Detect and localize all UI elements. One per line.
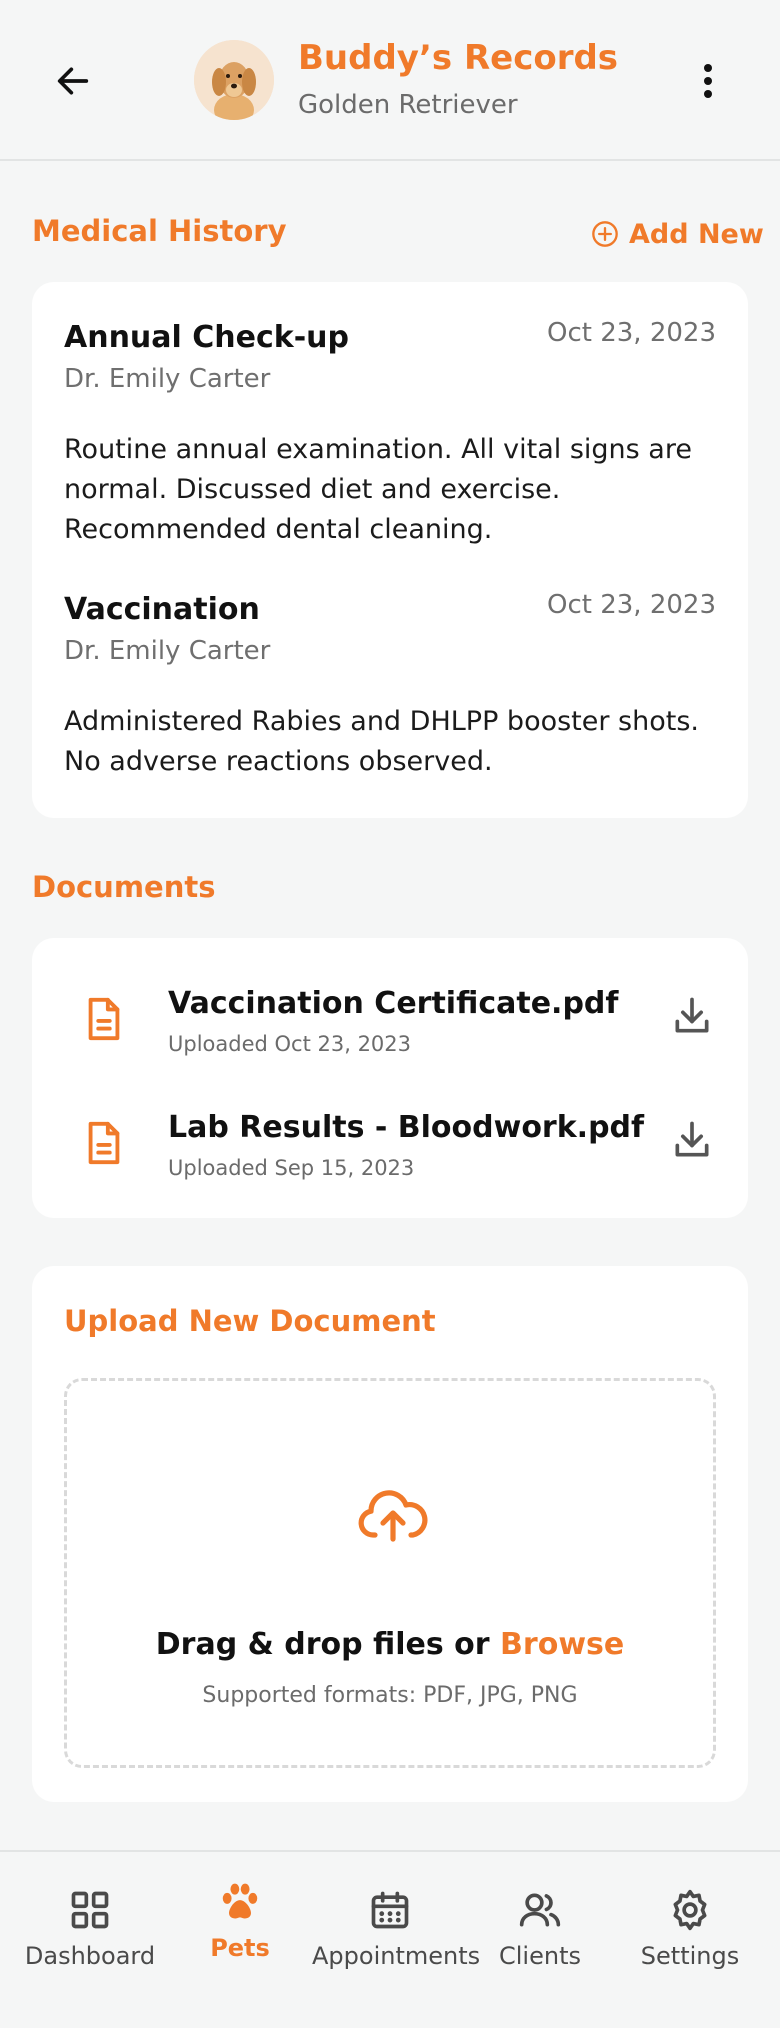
medical-record[interactable]: Annual Check-up Oct 23, 2023 Dr. Emily C…	[64, 318, 716, 550]
bottom-navigation: Dashboard Pets Appointments Clients Sett…	[0, 1850, 780, 2028]
document-upload-date: Uploaded Sep 15, 2023	[168, 1156, 415, 1180]
more-options-button[interactable]	[688, 56, 728, 106]
documents-card: Vaccination Certificate.pdf Uploaded Oct…	[32, 938, 748, 1218]
record-doctor: Dr. Emily Carter	[64, 364, 271, 394]
document-upload-date: Uploaded Oct 23, 2023	[168, 1032, 412, 1056]
nav-item-appointments[interactable]: Appointments	[312, 1852, 481, 2028]
back-button[interactable]	[48, 56, 98, 106]
upload-card: Upload New Document Drag & drop files or…	[32, 1266, 748, 1802]
pet-avatar	[194, 40, 274, 120]
calendar-icon	[371, 1891, 409, 1929]
file-text-icon	[88, 997, 120, 1041]
nav-label: Clients	[499, 1942, 581, 1970]
app-header: Buddy’s Records Golden Retriever	[0, 0, 780, 161]
nav-item-clients[interactable]: Clients	[462, 1852, 618, 2028]
nav-label: Appointments	[312, 1942, 481, 1970]
record-notes: Routine annual examination. All vital si…	[64, 434, 692, 545]
record-title: Annual Check-up	[64, 320, 349, 355]
add-new-button[interactable]: Add New	[591, 216, 764, 252]
record-notes: Administered Rabies and DHLPP booster sh…	[64, 706, 699, 777]
document-name: Lab Results - Bloodwork.pdf	[168, 1110, 645, 1145]
more-vertical-icon	[704, 64, 712, 98]
medical-history-title: Medical History	[32, 214, 287, 248]
medical-record[interactable]: Vaccination Oct 23, 2023 Dr. Emily Carte…	[64, 590, 716, 792]
drag-drop-text: Drag & drop files or	[155, 1627, 501, 1662]
file-text-icon	[88, 1121, 120, 1165]
nav-item-dashboard[interactable]: Dashboard	[12, 1852, 168, 2028]
dropzone-instructions: Drag & drop files or Browse	[67, 1627, 713, 1662]
record-date: Oct 23, 2023	[547, 590, 716, 620]
nav-label: Dashboard	[24, 1942, 156, 1970]
upload-title: Upload New Document	[64, 1304, 436, 1338]
document-item[interactable]: Lab Results - Bloodwork.pdf Uploaded Sep…	[32, 1108, 748, 1198]
download-icon[interactable]	[670, 994, 714, 1038]
grid-icon	[71, 1891, 109, 1929]
upload-dropzone[interactable]: Drag & drop files or Browse Supported fo…	[64, 1378, 716, 1768]
arrow-left-icon	[57, 67, 89, 95]
gear-icon	[673, 1889, 707, 1931]
browse-link[interactable]: Browse	[500, 1627, 624, 1662]
nav-item-pets[interactable]: Pets	[162, 1852, 318, 2028]
paw-icon	[222, 1883, 258, 1919]
record-date: Oct 23, 2023	[547, 318, 716, 348]
plus-circle-icon	[592, 221, 618, 247]
supported-formats: Supported formats: PDF, JPG, PNG	[202, 1683, 578, 1708]
document-item[interactable]: Vaccination Certificate.pdf Uploaded Oct…	[32, 984, 748, 1074]
nav-item-settings[interactable]: Settings	[612, 1852, 768, 2028]
nav-label: Settings	[640, 1942, 740, 1970]
nav-label: Pets	[210, 1934, 270, 1962]
document-name: Vaccination Certificate.pdf	[168, 986, 619, 1021]
documents-title: Documents	[32, 870, 216, 904]
record-doctor: Dr. Emily Carter	[64, 636, 271, 666]
record-title: Vaccination	[64, 592, 260, 627]
pet-breed: Golden Retriever	[298, 90, 518, 120]
cloud-upload-icon	[358, 1490, 428, 1542]
download-icon[interactable]	[670, 1118, 714, 1162]
page-title: Buddy’s Records	[298, 38, 619, 78]
dog-portrait-icon	[194, 40, 274, 120]
users-icon	[519, 1893, 561, 1927]
medical-history-card: Annual Check-up Oct 23, 2023 Dr. Emily C…	[32, 282, 748, 818]
add-new-label: Add New	[629, 218, 764, 250]
